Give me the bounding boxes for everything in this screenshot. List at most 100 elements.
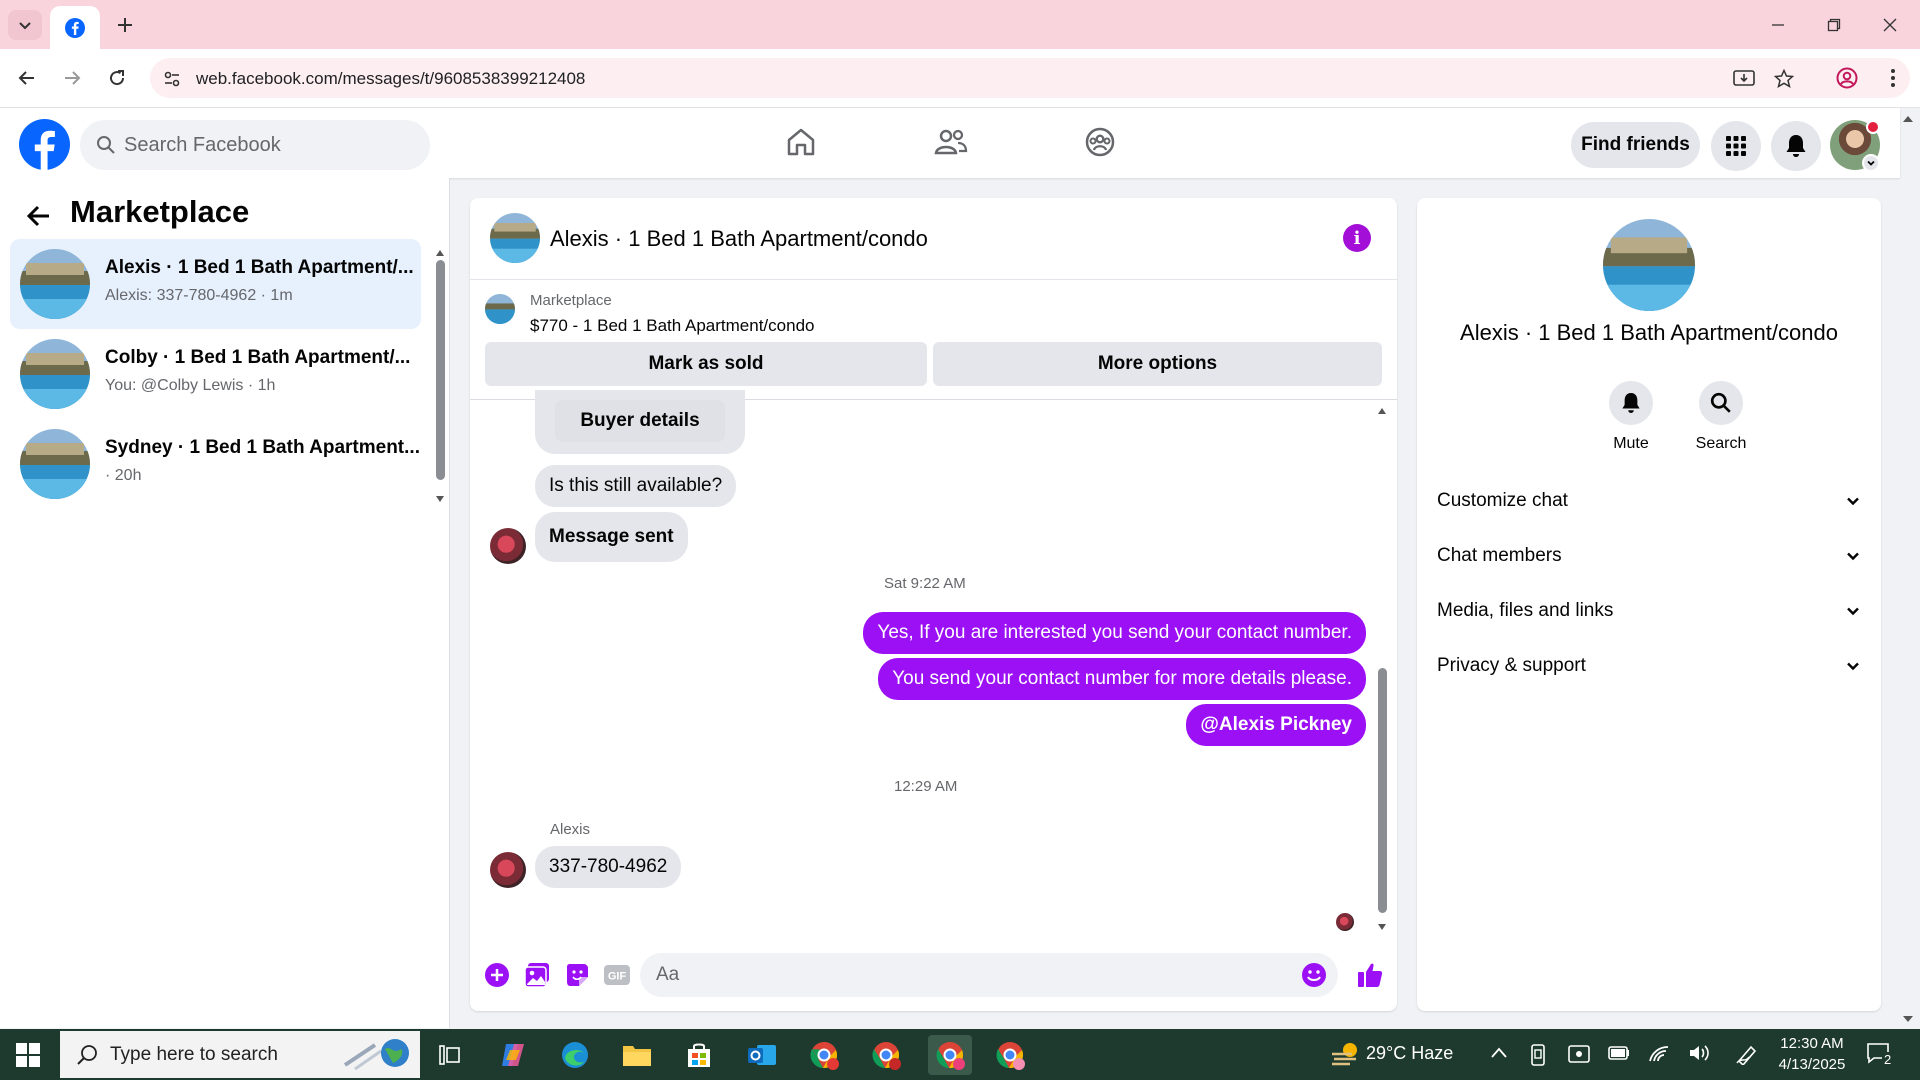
notifications-button[interactable] [1771, 121, 1821, 171]
facebook-logo-icon[interactable] [19, 119, 70, 170]
weather-text[interactable]: 29°C Haze [1366, 1043, 1453, 1064]
browser-menu-button[interactable] [1878, 63, 1908, 93]
more-actions-button[interactable] [482, 960, 512, 990]
back-button[interactable] [12, 63, 42, 93]
microsoft-store-icon[interactable] [679, 1035, 719, 1075]
nav-home[interactable] [778, 122, 824, 162]
reload-button[interactable] [102, 63, 132, 93]
message-input[interactable] [656, 953, 1256, 997]
sender-avatar[interactable] [490, 852, 526, 888]
kebab-menu-icon [1891, 69, 1895, 87]
restore-button[interactable] [1814, 10, 1854, 40]
site-info-icon[interactable] [160, 67, 184, 91]
sticker-button[interactable] [562, 960, 592, 990]
message-input-box[interactable] [640, 953, 1338, 997]
volume-icon[interactable] [1688, 1043, 1710, 1063]
chevron-up-icon[interactable] [1490, 1046, 1508, 1060]
conversation-item[interactable]: Alexis · 1 Bed 1 Bath Apartment/... Alex… [10, 239, 421, 329]
incoming-message[interactable]: 337-780-4962 [535, 846, 682, 888]
chat-members-section[interactable]: Chat members [1437, 536, 1861, 576]
task-view-icon[interactable] [430, 1035, 470, 1075]
windows-start-icon[interactable] [16, 1043, 40, 1067]
nav-groups[interactable] [1077, 122, 1123, 162]
conversation-item[interactable]: Sydney · 1 Bed 1 Bath Apartment... · 20h [10, 419, 421, 509]
grid-menu-icon [1726, 136, 1746, 156]
incoming-message[interactable]: Is this still available? [535, 465, 737, 507]
info-icon[interactable]: i [1343, 224, 1371, 252]
conversation-name: Colby · 1 Bed 1 Bath Apartment/... [105, 347, 411, 368]
account-chevron[interactable] [1862, 154, 1880, 172]
tab-search-button[interactable] [8, 10, 42, 40]
chat-profile-picture[interactable] [1603, 219, 1695, 311]
arrow-left-icon [27, 205, 49, 227]
taskbar-clock[interactable]: 12:30 AM 4/13/2025 [1777, 1033, 1847, 1075]
chrome-profile-pink-icon[interactable] [990, 1035, 1030, 1075]
customize-chat-section[interactable]: Customize chat [1437, 481, 1861, 521]
notification-center-button[interactable]: 2 [1866, 1042, 1898, 1068]
mark-as-sold-button[interactable]: Mark as sold [485, 342, 927, 386]
chat-window: Alexis · 1 Bed 1 Bath Apartment/condo i … [470, 198, 1397, 1011]
find-friends-button[interactable]: Find friends [1571, 122, 1700, 168]
file-explorer-icon[interactable] [617, 1035, 657, 1075]
chrome-active-window-icon[interactable] [928, 1035, 972, 1075]
message-list: Buyer details Is this still available? M… [470, 390, 1397, 940]
copilot-icon[interactable] [493, 1035, 533, 1075]
chat-title[interactable]: Alexis · 1 Bed 1 Bath Apartment/condo [550, 226, 928, 252]
bookmark-star-icon[interactable] [1772, 67, 1796, 91]
nav-friends[interactable] [928, 122, 974, 162]
notification-dot [1866, 120, 1880, 134]
chat-avatar[interactable] [490, 213, 540, 263]
taskbar-search[interactable]: Type here to search [60, 1031, 420, 1078]
minimize-button[interactable] [1758, 10, 1798, 40]
battery-icon[interactable] [1608, 1046, 1630, 1060]
media-files-links-section[interactable]: Media, files and links [1437, 591, 1861, 631]
conversation-preview: · 20h [105, 467, 142, 484]
chat-scrollbar-thumb[interactable] [1378, 668, 1387, 913]
outgoing-mention[interactable]: @Alexis Pickney [1186, 704, 1366, 746]
meet-now-icon[interactable] [1568, 1044, 1590, 1064]
conversation-item[interactable]: Colby · 1 Bed 1 Bath Apartment/... You: … [10, 329, 421, 419]
pen-icon[interactable] [1735, 1043, 1759, 1065]
address-bar[interactable]: web.facebook.com/messages/t/960853839921… [150, 58, 1910, 98]
notification-count: 2 [1882, 1052, 1894, 1067]
wifi-icon[interactable] [1648, 1043, 1670, 1063]
menu-button[interactable] [1711, 121, 1761, 171]
search-in-chat-button[interactable]: Search [1691, 381, 1751, 453]
outlook-icon[interactable] [742, 1035, 782, 1075]
listing-thumbnail[interactable] [485, 294, 515, 324]
chrome-profile-k-icon[interactable] [804, 1035, 844, 1075]
browser-tab-facebook[interactable] [50, 6, 100, 49]
install-app-icon[interactable] [1732, 67, 1756, 91]
facebook-search-input[interactable] [124, 120, 414, 170]
incoming-message[interactable]: Message sent [535, 512, 688, 562]
weather-haze-icon[interactable] [1330, 1040, 1360, 1068]
listing-source-label: Marketplace [530, 292, 612, 309]
page-scrollbar[interactable] [1900, 112, 1916, 1028]
sender-avatar[interactable] [490, 528, 526, 564]
more-options-button[interactable]: More options [933, 342, 1382, 386]
close-window-button[interactable] [1870, 10, 1910, 40]
privacy-support-section[interactable]: Privacy & support [1437, 646, 1861, 686]
profile-button[interactable] [1832, 63, 1862, 93]
mute-button[interactable]: Mute [1601, 381, 1661, 453]
edge-browser-icon[interactable] [555, 1035, 595, 1075]
outgoing-message[interactable]: You send your contact number for more de… [878, 658, 1366, 700]
emoji-button[interactable] [1300, 961, 1328, 989]
gif-button[interactable]: GIF [602, 960, 632, 990]
chrome-profile-k2-icon[interactable] [866, 1035, 906, 1075]
facebook-top-bar: Find friends [0, 108, 1900, 178]
new-tab-button[interactable] [112, 12, 138, 38]
close-icon [1883, 18, 1897, 32]
forward-button[interactable] [57, 63, 87, 93]
inbox-scrollbar-thumb[interactable] [436, 260, 445, 480]
outgoing-message[interactable]: Yes, If you are interested you send your… [863, 612, 1366, 654]
url-text: web.facebook.com/messages/t/960853839921… [196, 69, 586, 88]
listing-price[interactable]: $770 - 1 Bed 1 Bath Apartment/condo [530, 316, 814, 336]
device-icon[interactable] [1530, 1044, 1546, 1066]
buyer-details-button[interactable]: Buyer details [555, 400, 725, 442]
facebook-search-box[interactable] [80, 120, 430, 170]
attach-media-button[interactable] [522, 960, 552, 990]
groups-icon [1085, 127, 1115, 157]
back-to-marketplace-button[interactable] [24, 201, 54, 231]
send-like-button[interactable] [1355, 960, 1385, 990]
